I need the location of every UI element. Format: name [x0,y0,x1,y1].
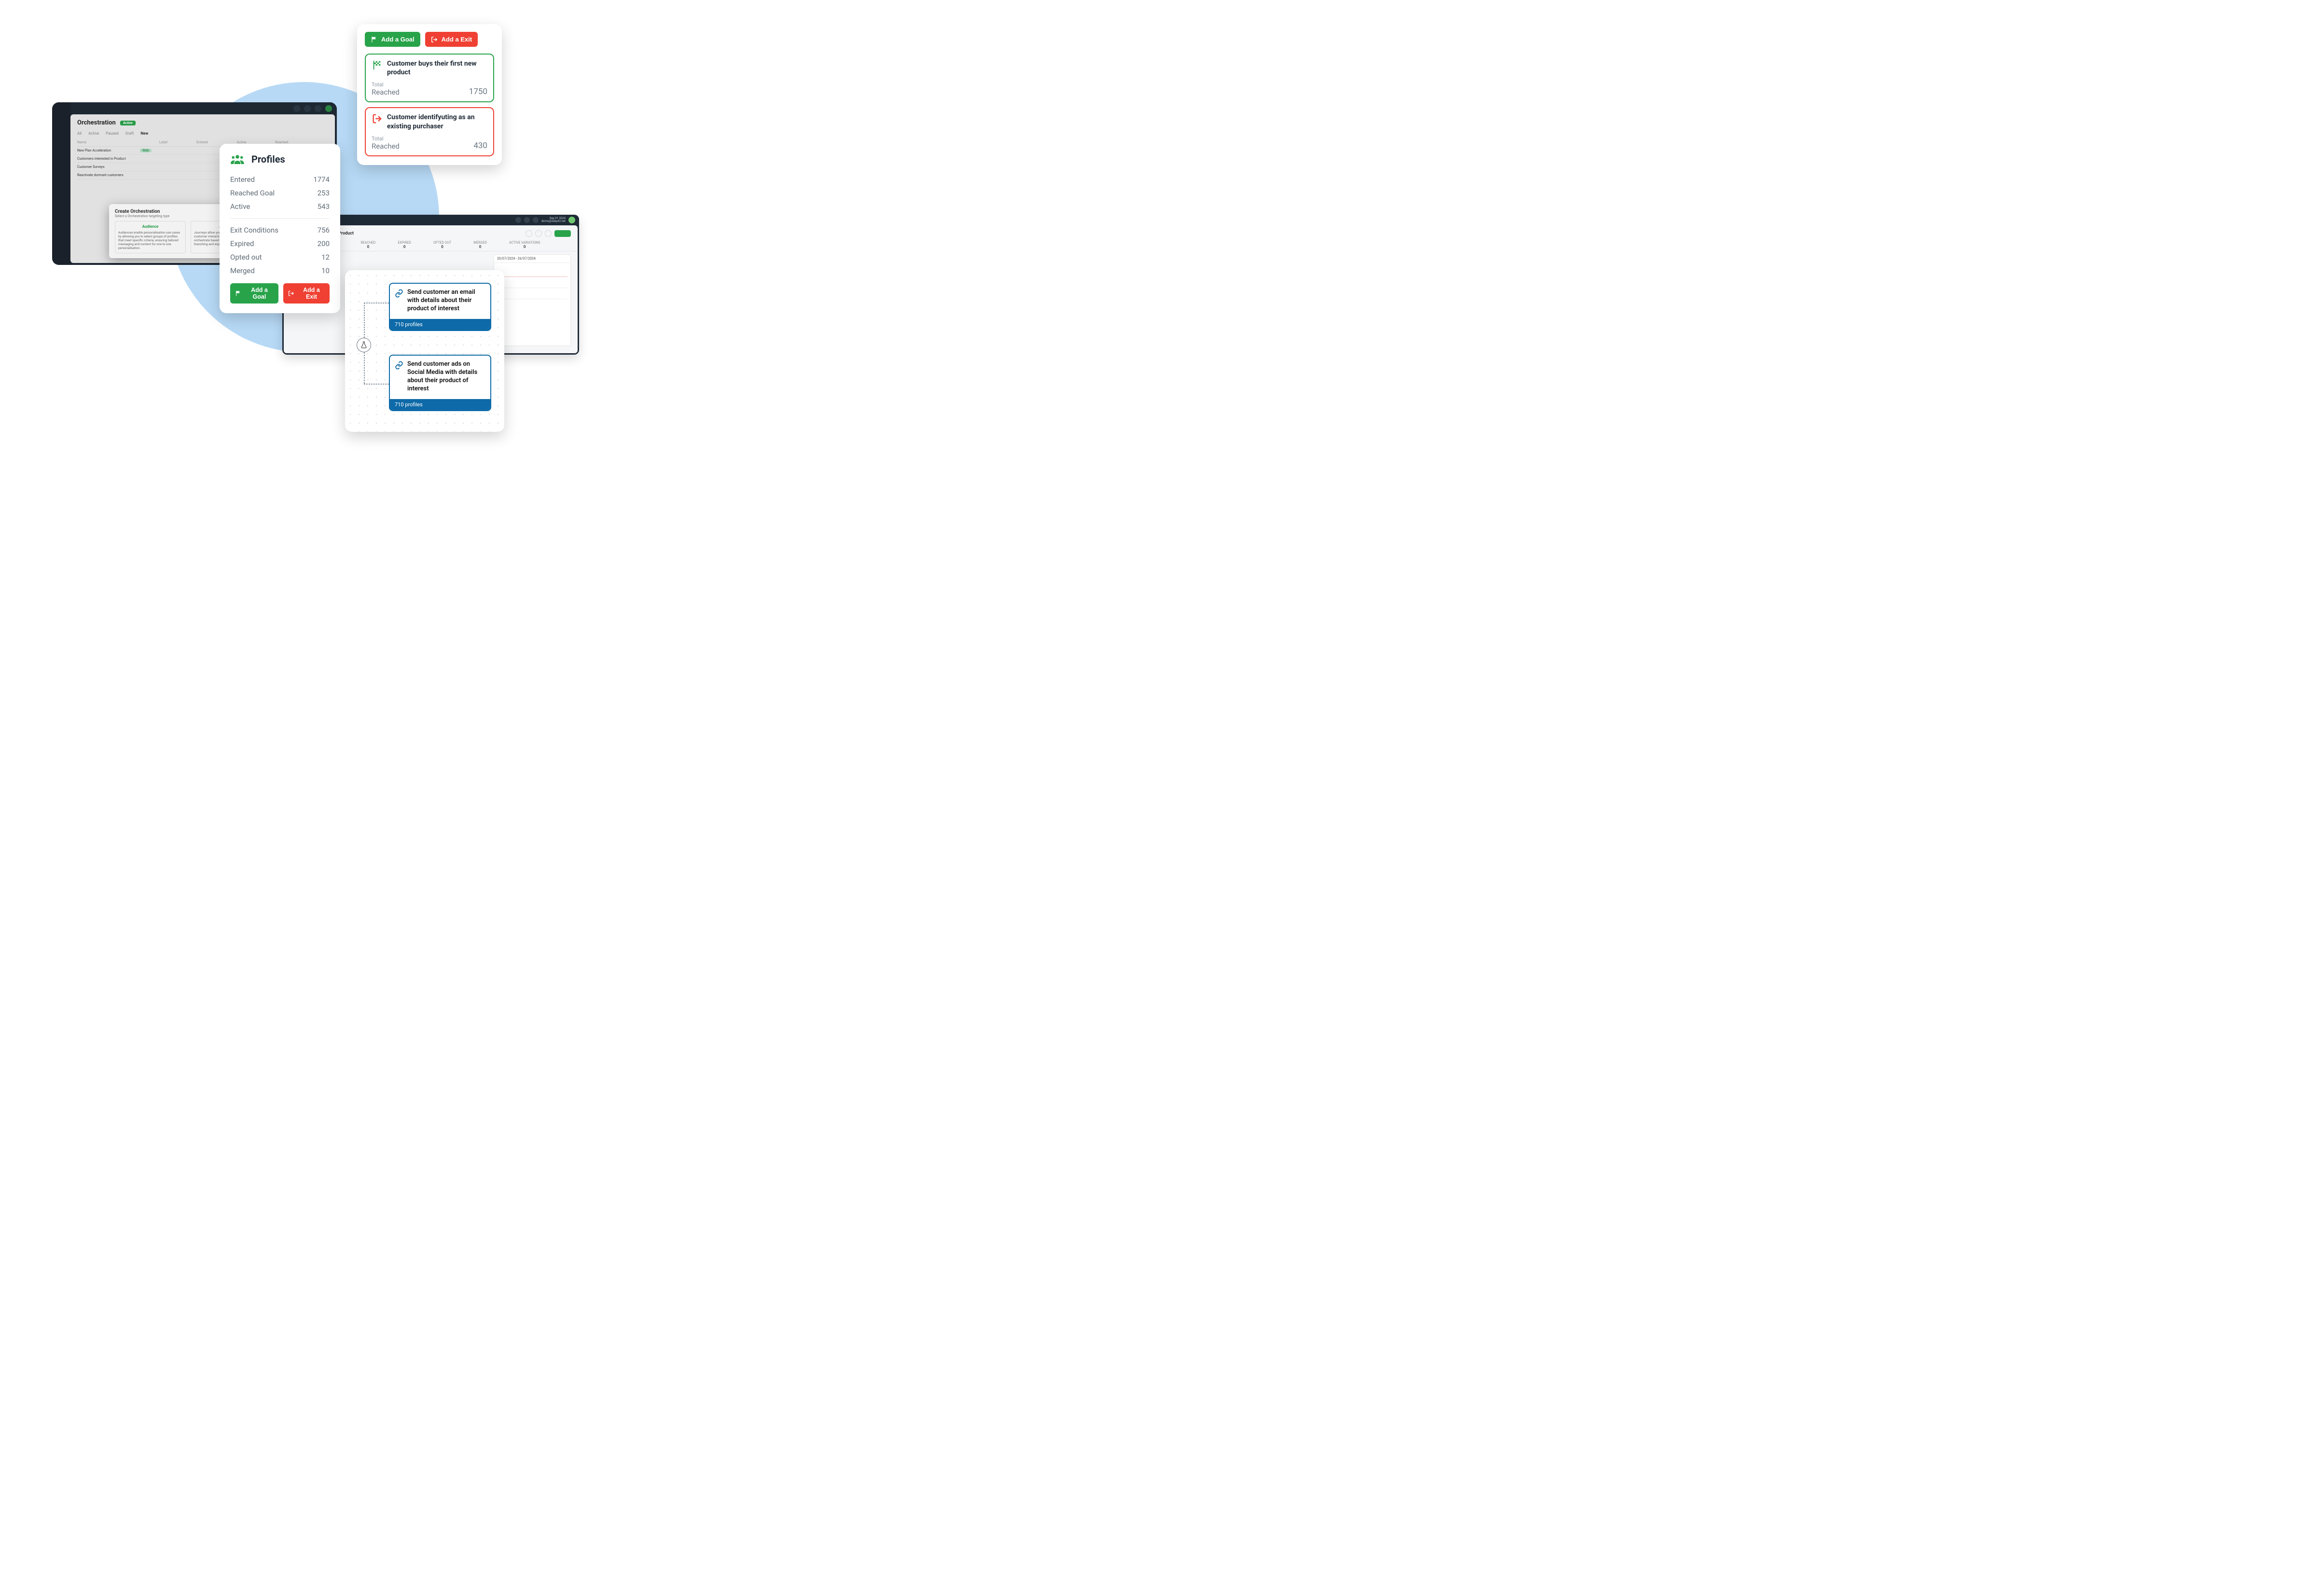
add-exit-button[interactable]: Add a Exit [283,283,330,304]
row-name: Reactivate dormant customers [77,173,124,177]
page-title-text: Orchestration [77,119,116,126]
journey-canvas-card[interactable]: Send customer an email with details abou… [345,270,504,432]
tab-draft[interactable]: Draft [125,131,134,136]
goal-reached-label: Reached [372,88,400,97]
chart-date: 20/07/2024 - 26/07/2024 [497,257,536,261]
connector [364,303,365,338]
avatar [325,105,332,112]
row-name: Customer Surveys [77,165,105,169]
goal-value: 1750 [469,87,487,97]
add-exit-label: Add a Exit [442,36,472,43]
page-title: Orchestration Active [70,114,335,126]
profiles-card: Profiles Entered1774 Reached Goal253 Act… [220,144,340,313]
flag-icon [235,290,241,297]
experiment-node[interactable] [357,338,371,352]
flask-icon [360,341,368,349]
link-icon [395,289,403,298]
people-icon [230,154,245,165]
goals-exits-card: Add a Goal Add a Exit Customer buys thei… [357,24,502,165]
bg-topbar [70,102,337,114]
add-exit-label: Add a Exit [298,287,325,300]
flag-checkered-icon [372,60,382,70]
status-badge: Active [120,121,136,125]
search-icon [293,105,300,112]
top-date-email: Sep 01 2024 demo@relay42.net [541,217,566,223]
action-icon[interactable] [545,230,552,237]
row-name: New Plan Acceleration [77,149,130,152]
node-footer: 710 profiles [390,399,490,410]
exit-item[interactable]: Customer identifyuting as an existing pu… [365,107,494,156]
filter-tabs: All Active Paused Draft New [70,126,335,138]
add-goal-label: Add a Goal [245,287,274,300]
help-icon [524,217,530,223]
add-exit-button[interactable]: Add a Exit [425,32,478,47]
metric-row: Reached Goal253 [230,186,330,200]
metric-row: Entered1774 [230,173,330,186]
exit-icon [431,36,438,43]
action-icon[interactable] [526,230,532,237]
goal-total-label: Total [372,82,400,88]
divider [230,218,330,219]
connector [364,384,389,385]
connector [364,303,389,304]
side-chart-panel: 20/07/2024 - 26/07/2024 [494,254,571,346]
flag-checkered-icon [371,36,377,43]
exit-icon [372,113,382,124]
col-label: Label [159,140,167,144]
exit-total-label: Total [372,136,400,142]
step-node-email[interactable]: Send customer an email with details abou… [389,283,491,331]
col-entered: Entered [196,140,208,144]
metric-row: Exit Conditions756 [230,223,330,237]
publish-button[interactable] [554,230,571,237]
profiles-title: Profiles [251,153,285,165]
add-goal-button[interactable]: Add a Goal [230,283,278,304]
metric-row: Expired200 [230,237,330,250]
tab-active[interactable]: Active [88,131,99,136]
metric-row: Active543 [230,200,330,213]
step-node-social[interactable]: Send customer ads on Social Media with d… [389,355,491,411]
metric-row: Opted out12 [230,250,330,264]
node-footer: 710 profiles [390,319,490,330]
tab-new[interactable]: New [140,131,148,136]
option-audience-title: Audience [118,224,182,229]
action-icon[interactable] [535,230,542,237]
bg-sidebar [52,102,70,265]
avatar [568,217,575,223]
exit-title: Customer identifyuting as an existing pu… [387,113,487,130]
add-goal-button[interactable]: Add a Goal [365,32,420,47]
option-audience[interactable]: Audience Audiences enable personalisatio… [115,221,186,253]
help-icon [304,105,311,112]
node-text: Send customer an email with details abou… [407,289,485,313]
exit-icon [288,290,294,297]
tab-paused[interactable]: Paused [106,131,119,136]
settings-icon [315,105,321,112]
metric-row: Merged10 [230,264,330,277]
row-name: Customers interested in Product [77,157,125,161]
goal-title: Customer buys their first new product [387,59,487,77]
col-name: Name [77,140,130,144]
settings-icon [533,217,539,223]
exit-value: 430 [473,141,487,151]
option-audience-desc: Audiences enable personalisation use cas… [118,231,182,250]
node-text: Send customer ads on Social Media with d… [407,360,485,393]
row-label: Web [140,149,152,152]
tab-all[interactable]: All [77,131,82,136]
notification-icon [515,217,521,223]
add-goal-label: Add a Goal [381,36,415,43]
connector [364,352,365,384]
link-icon [395,361,403,370]
goal-item[interactable]: Customer buys their first new product To… [365,54,494,102]
exit-reached-label: Reached [372,142,400,151]
